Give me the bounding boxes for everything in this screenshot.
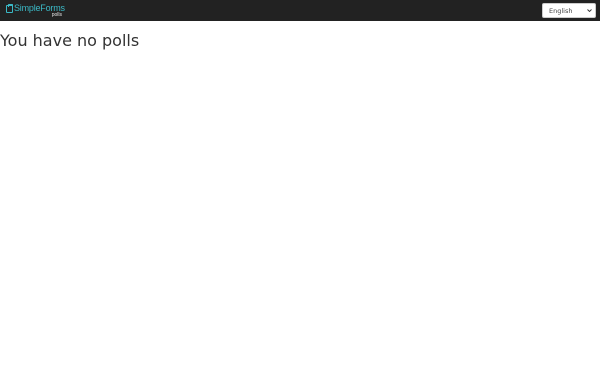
simpleforms-logo[interactable]: SimpleForms polls <box>6 3 66 19</box>
page-title: You have no polls <box>0 31 140 50</box>
logo-bag-icon <box>6 4 13 13</box>
language-select-value: English <box>549 7 573 15</box>
language-select[interactable]: English <box>542 3 596 18</box>
logo-subtitle: polls <box>51 12 62 18</box>
chevron-down-icon <box>587 9 592 13</box>
top-navbar: SimpleForms polls English <box>0 0 600 21</box>
